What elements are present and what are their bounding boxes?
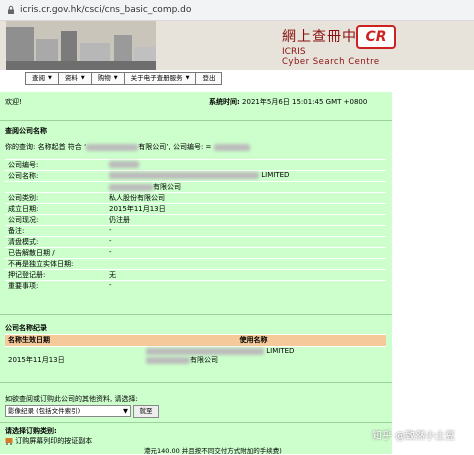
- redacted-text: [146, 356, 190, 364]
- divider: [0, 382, 392, 383]
- table-row: 成立日期: 2015年11月13日: [5, 203, 386, 215]
- col-header-name: 使用名称: [121, 334, 386, 347]
- table-row: 公司现况: 仍注册: [5, 214, 386, 226]
- table-row: 有限公司: [5, 181, 386, 193]
- table-row: 不再是独立实体日期:: [5, 258, 386, 270]
- order-prompt: 如欲查阅或订购此公司的其他资料, 请选择:: [5, 395, 138, 403]
- section-title-name-history: 公司名称纪录: [5, 324, 47, 332]
- table-row: 清盘模式: -: [5, 236, 386, 248]
- chevron-down-icon: ▼: [48, 75, 52, 81]
- redacted-text: [86, 143, 139, 151]
- url-text: icris.cr.gov.hk/csci/cns_basic_comp.do: [20, 5, 192, 15]
- nav-shopping[interactable]: 购物 ▼: [90, 72, 124, 85]
- main-content: 欢迎! 系统时间: 2021年5月6日 15:01:45 GMT +0800 ?…: [0, 92, 392, 455]
- table-row: 押记登记册: 无: [5, 269, 386, 281]
- site-banner: 網上查冊中心 CR ICRIS Cyber Search Centre: [0, 21, 474, 70]
- chevron-down-icon: ▼: [113, 75, 118, 81]
- section-title-search: 查阅公司名称: [5, 127, 47, 135]
- redacted-text: [146, 347, 264, 355]
- table-row: 2015年11月13日 LIMITED 有限公司: [5, 346, 386, 365]
- brand-en: Cyber Search Centre: [282, 57, 380, 67]
- table-row: 公司名称: LIMITED: [5, 170, 386, 182]
- brand-logo: 網上查冊中心 CR ICRIS Cyber Search Centre: [276, 25, 466, 69]
- chevron-down-icon: ▼: [80, 75, 85, 81]
- name-history-table: 名称生效日期 使用名称 2015年11月13日 LIMITED 有限公司: [5, 334, 386, 365]
- nav-about[interactable]: 关于电子查册服务 ▼: [123, 72, 196, 85]
- redacted-text: [109, 171, 259, 179]
- welcome-text: 欢迎!: [5, 98, 22, 106]
- order-option[interactable]: 订购屏幕列印的按证副本: [5, 436, 92, 446]
- table-row: 已告解散日期 / -: [5, 247, 386, 259]
- divider: [0, 314, 392, 315]
- nav-search[interactable]: 查阅 ▼: [25, 72, 58, 85]
- system-time: 系统时间: 2021年5月6日 15:01:45 GMT +0800: [209, 98, 368, 106]
- cart-icon: [5, 438, 13, 445]
- divider: [0, 422, 392, 423]
- nav-logout[interactable]: 登出: [195, 72, 223, 85]
- chevron-down-icon: ▼: [123, 407, 128, 415]
- harbour-photo: [6, 21, 156, 70]
- divider: [0, 120, 392, 121]
- address-bar[interactable]: icris.cr.gov.hk/csci/cns_basic_comp.do: [0, 0, 474, 21]
- table-row: 公司编号:: [5, 159, 386, 171]
- document-type-select[interactable]: 影像纪录 (包括文件索引) ▼: [5, 405, 131, 417]
- redacted-text: [109, 183, 153, 191]
- nav-info[interactable]: 资料 ▼: [57, 72, 91, 85]
- brand-icris: ICRIS: [282, 47, 306, 57]
- chevron-down-icon: ▼: [185, 75, 190, 81]
- cr-logo: CR: [356, 25, 396, 49]
- lock-icon: [8, 5, 14, 14]
- redacted-text: [213, 143, 250, 151]
- main-nav: 查阅 ▼ 资料 ▼ 购物 ▼ 关于电子查册服务 ▼ 登出: [25, 72, 223, 85]
- company-details-table: 公司编号: 公司名称: LIMITED 有限公司 公司类别: 私人股份有限公司 成…: [5, 159, 386, 291]
- watermark: 知乎 @致然小土豆: [372, 431, 456, 442]
- table-row: 公司类别: 私人股份有限公司: [5, 192, 386, 204]
- table-row: 备注: -: [5, 225, 386, 237]
- go-button[interactable]: 就至: [133, 405, 159, 418]
- table-row: 重要事项: -: [5, 280, 386, 291]
- order-type-title: 请选择订购类别:: [5, 427, 57, 435]
- query-summary: 你的查询: 名称起首 符合 ‘有限公司’, 公司编号: =: [5, 142, 250, 152]
- table-header: 名称生效日期 使用名称: [5, 334, 386, 347]
- redacted-text: [109, 160, 139, 168]
- col-header-date: 名称生效日期: [5, 334, 121, 347]
